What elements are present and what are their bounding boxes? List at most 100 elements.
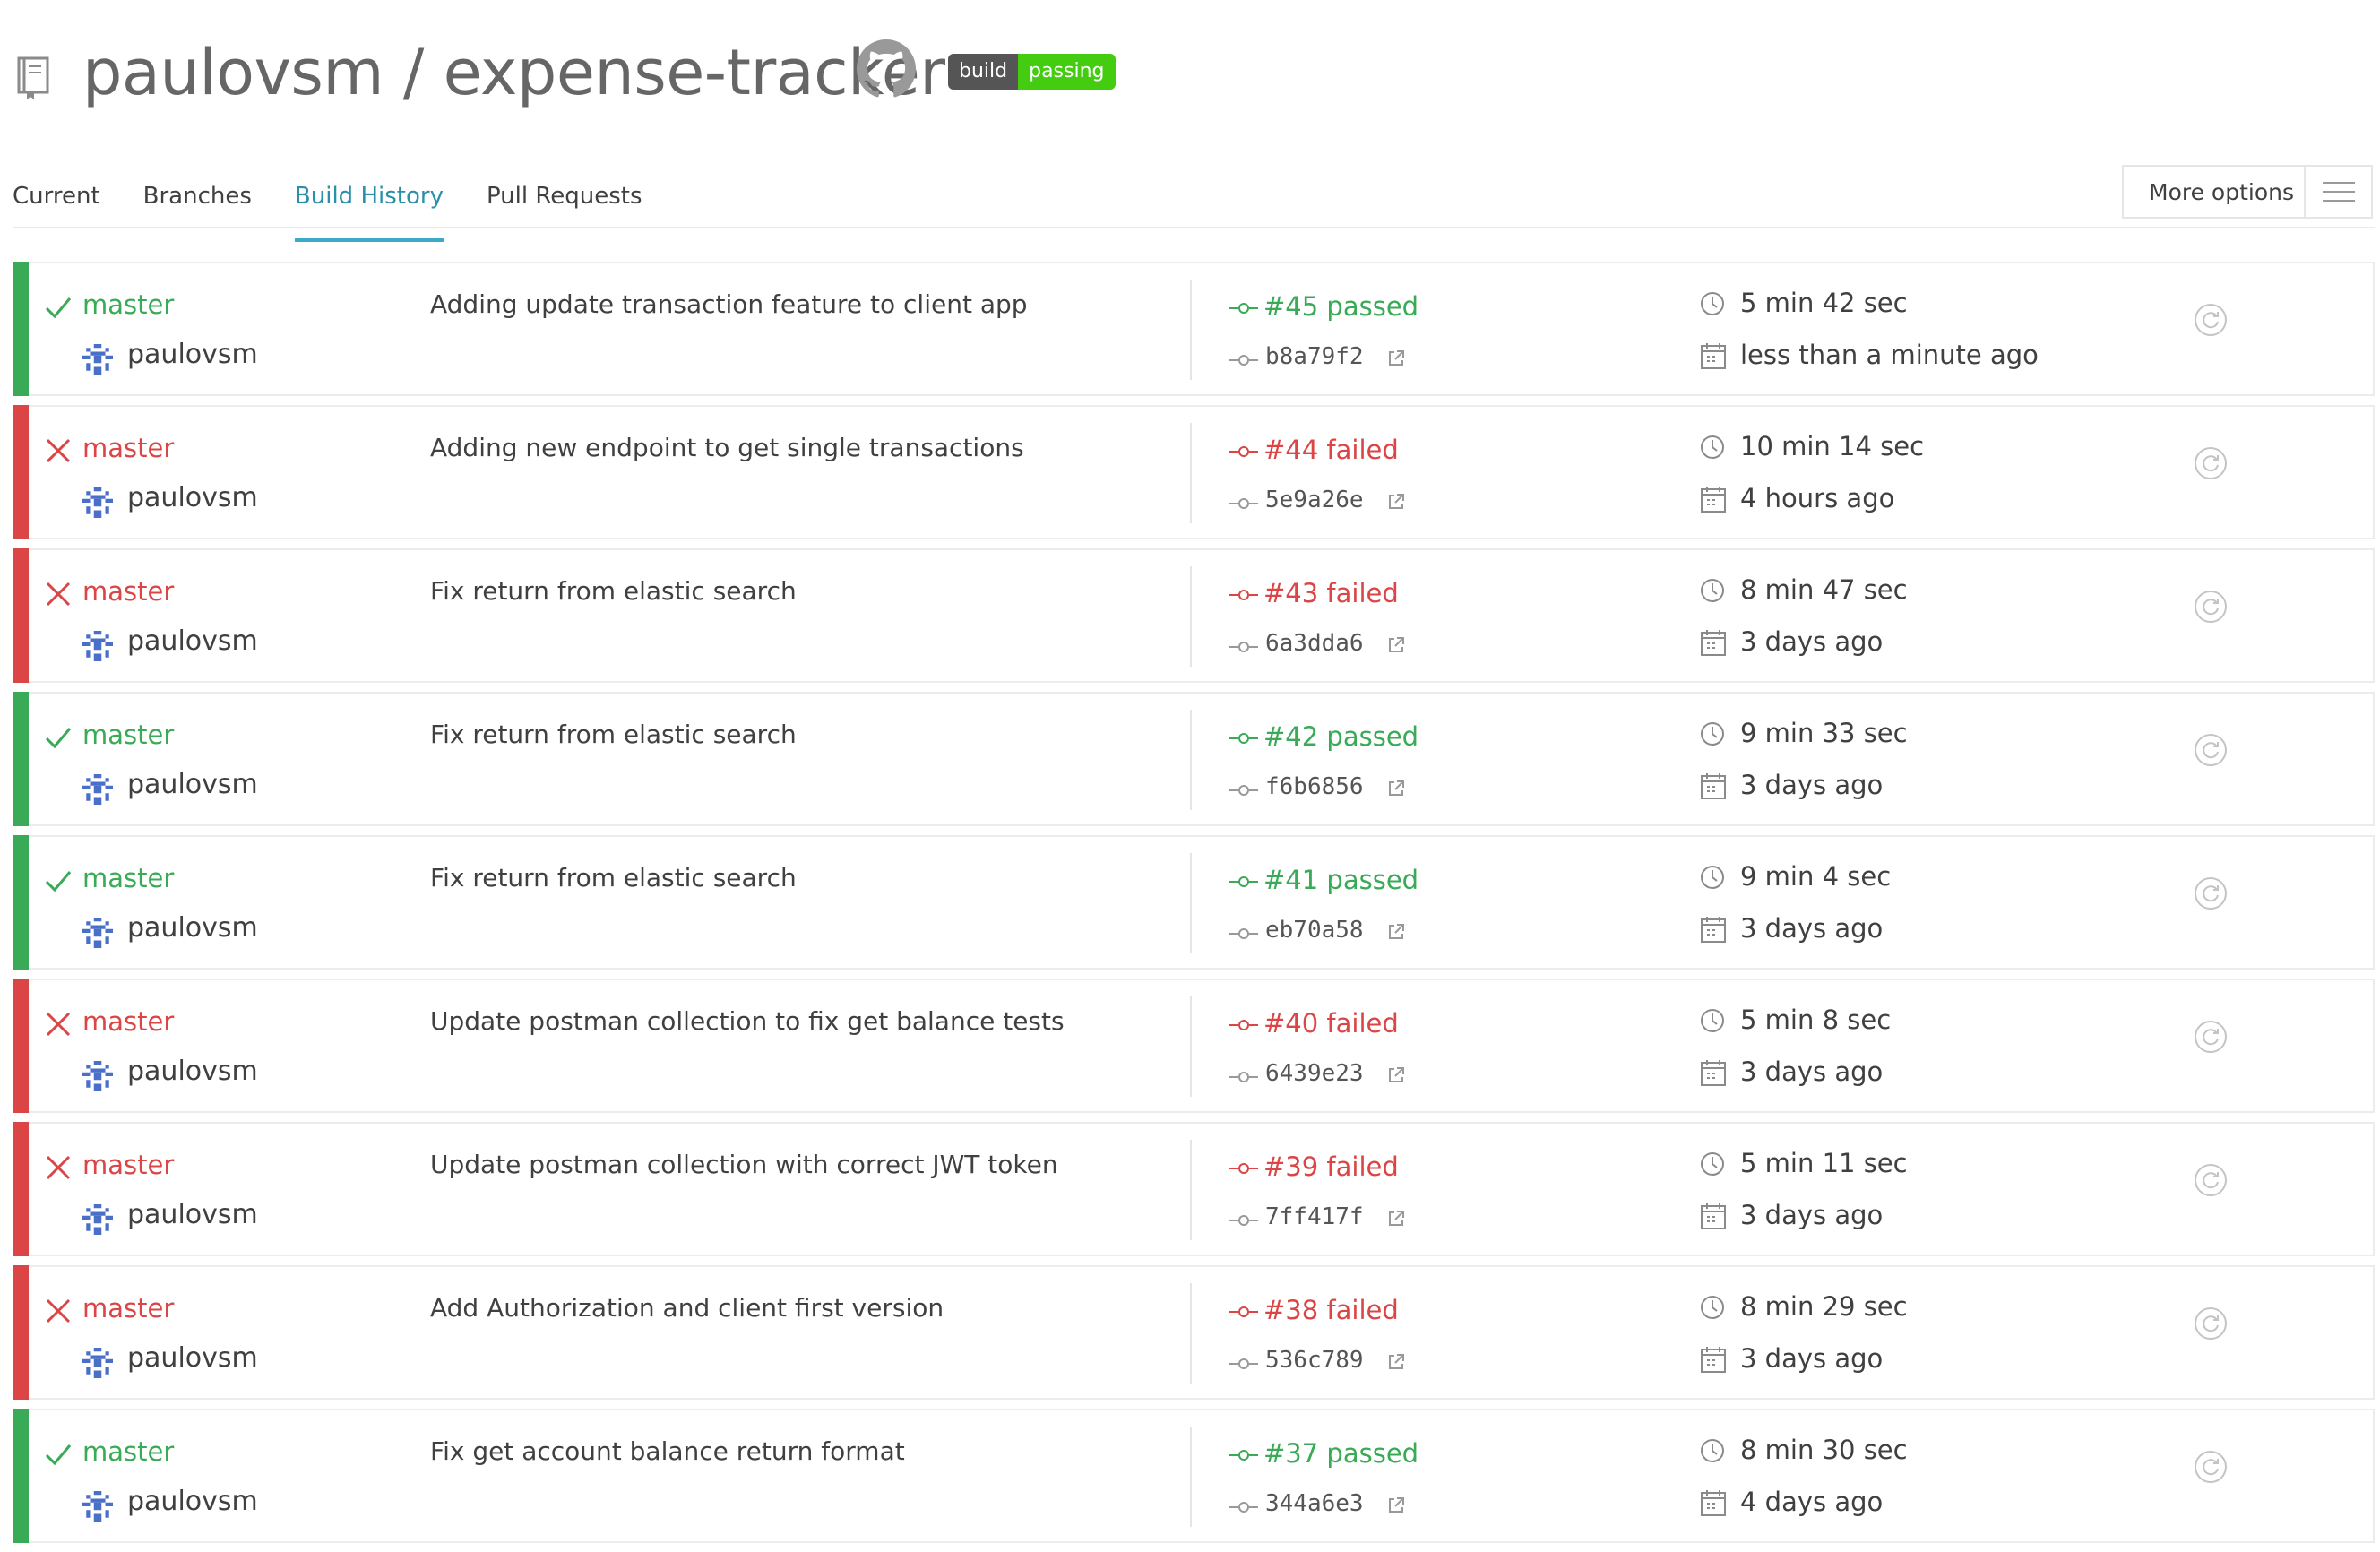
build-row[interactable]: master paulovsm Fix return from elastic … — [13, 835, 2375, 970]
build-number-link[interactable]: #37 passed — [1263, 1434, 1419, 1473]
restart-build-icon[interactable] — [2194, 1450, 2228, 1484]
commit-message: Update postman collection with correct J… — [430, 1150, 1058, 1179]
restart-build-icon[interactable] — [2194, 1306, 2228, 1341]
repo-book-icon — [16, 56, 52, 104]
app-root: paulovsm / expense-tracker build passing… — [0, 0, 2380, 1543]
build-finished-time: 4 days ago — [1740, 1487, 1884, 1517]
build-status-strip — [13, 405, 29, 539]
build-number-link[interactable]: #43 failed — [1263, 573, 1399, 613]
build-commit-icon — [1229, 1018, 1258, 1032]
build-status-badge[interactable]: build passing — [948, 54, 1116, 90]
build-status-strip — [13, 262, 29, 396]
branch-name[interactable]: master — [82, 1289, 174, 1328]
row-divider — [1190, 566, 1192, 667]
build-number-link[interactable]: #40 failed — [1263, 1004, 1399, 1043]
branch-name[interactable]: master — [82, 1145, 174, 1185]
branch-name[interactable]: master — [82, 1002, 174, 1041]
commit-sha-link[interactable]: eb70a58 — [1265, 910, 1364, 950]
tab-pull-requests[interactable]: Pull Requests — [487, 176, 642, 229]
cross-icon — [43, 1296, 73, 1326]
commit-icon — [1229, 1213, 1258, 1228]
build-status-strip — [13, 1265, 29, 1400]
github-icon[interactable] — [857, 39, 916, 102]
build-history-list: master paulovsm Adding update transactio… — [13, 262, 2375, 1552]
build-number-link[interactable]: #41 passed — [1263, 860, 1419, 900]
external-link-icon[interactable] — [1387, 1496, 1405, 1514]
build-row[interactable]: master paulovsm Update postman collectio… — [13, 979, 2375, 1113]
commit-author: paulovsm — [127, 912, 258, 944]
commit-sha-link[interactable]: 5e9a26e — [1265, 480, 1364, 520]
restart-build-icon[interactable] — [2194, 303, 2228, 337]
build-row[interactable]: master paulovsm Fix get account balance … — [13, 1409, 2375, 1543]
build-row[interactable]: master paulovsm Adding new endpoint to g… — [13, 405, 2375, 539]
commit-sha-link[interactable]: f6b6856 — [1265, 767, 1364, 806]
build-row[interactable]: master paulovsm Fix return from elastic … — [13, 548, 2375, 683]
commit-author: paulovsm — [127, 339, 258, 370]
external-link-icon[interactable] — [1387, 923, 1405, 941]
external-link-icon[interactable] — [1387, 636, 1405, 654]
commit-sha-link[interactable]: 6a3dda6 — [1265, 624, 1364, 663]
build-number-link[interactable]: #38 failed — [1263, 1290, 1399, 1330]
build-finished-time: 3 days ago — [1740, 913, 1884, 944]
restart-build-icon[interactable] — [2194, 1163, 2228, 1197]
build-number-link[interactable]: #39 failed — [1263, 1147, 1399, 1186]
avatar-icon — [82, 1204, 113, 1235]
build-number-link[interactable]: #45 passed — [1263, 287, 1419, 326]
commit-sha-link[interactable]: b8a79f2 — [1265, 337, 1364, 376]
build-row[interactable]: master paulovsm Adding update transactio… — [13, 262, 2375, 396]
build-row[interactable]: master paulovsm Add Authorization and cl… — [13, 1265, 2375, 1400]
build-number-link[interactable]: #44 failed — [1263, 430, 1399, 470]
external-link-icon[interactable] — [1387, 1066, 1405, 1084]
branch-name[interactable]: master — [82, 715, 174, 754]
commit-sha-link[interactable]: 7ff417f — [1265, 1197, 1364, 1237]
external-link-icon[interactable] — [1387, 493, 1405, 511]
restart-build-icon[interactable] — [2194, 733, 2228, 767]
clock-icon — [1699, 290, 1726, 317]
commit-author: paulovsm — [127, 1199, 258, 1230]
restart-build-icon[interactable] — [2194, 590, 2228, 624]
tab-current[interactable]: Current — [13, 176, 100, 229]
commit-icon — [1229, 783, 1258, 798]
commit-sha-link[interactable]: 6439e23 — [1265, 1054, 1364, 1093]
clock-icon — [1699, 1007, 1726, 1034]
external-link-icon[interactable] — [1387, 1353, 1405, 1371]
clock-icon — [1699, 1294, 1726, 1321]
commit-icon — [1229, 927, 1258, 941]
external-link-icon[interactable] — [1387, 349, 1405, 367]
build-row[interactable]: master paulovsm Update postman collectio… — [13, 1122, 2375, 1256]
commit-sha-link[interactable]: 344a6e3 — [1265, 1484, 1364, 1523]
build-finished-time: 3 days ago — [1740, 1200, 1884, 1230]
row-divider — [1190, 1140, 1192, 1240]
tab-build-history[interactable]: Build History — [294, 176, 444, 242]
commit-message: Update postman collection to fix get bal… — [430, 1006, 1065, 1036]
hamburger-icon[interactable] — [2304, 167, 2371, 217]
build-duration: 9 min 4 sec — [1740, 861, 1892, 892]
branch-name[interactable]: master — [82, 285, 174, 324]
build-commit-icon — [1229, 731, 1258, 746]
restart-build-icon[interactable] — [2194, 876, 2228, 910]
build-commit-icon — [1229, 301, 1258, 315]
build-commit-icon — [1229, 875, 1258, 889]
calendar-icon — [1699, 1489, 1728, 1518]
more-options-button[interactable]: More options — [2122, 165, 2373, 219]
tab-branches[interactable]: Branches — [143, 176, 252, 229]
commit-sha-link[interactable]: 536c789 — [1265, 1341, 1364, 1380]
branch-name[interactable]: master — [82, 1432, 174, 1471]
commit-icon — [1229, 1070, 1258, 1084]
external-link-icon[interactable] — [1387, 1210, 1405, 1228]
repo-title[interactable]: paulovsm / expense-tracker — [82, 32, 945, 113]
restart-build-icon[interactable] — [2194, 446, 2228, 480]
commit-message: Fix return from elastic search — [430, 576, 797, 606]
branch-name[interactable]: master — [82, 428, 174, 468]
branch-name[interactable]: master — [82, 858, 174, 898]
badge-label: build — [948, 54, 1019, 90]
commit-message: Fix get account balance return format — [430, 1436, 905, 1466]
avatar-icon — [82, 631, 113, 661]
build-number-link[interactable]: #42 passed — [1263, 717, 1419, 756]
commit-author: paulovsm — [127, 625, 258, 657]
build-row[interactable]: master paulovsm Fix return from elastic … — [13, 692, 2375, 826]
external-link-icon[interactable] — [1387, 780, 1405, 798]
row-divider — [1190, 1283, 1192, 1384]
restart-build-icon[interactable] — [2194, 1020, 2228, 1054]
branch-name[interactable]: master — [82, 572, 174, 611]
